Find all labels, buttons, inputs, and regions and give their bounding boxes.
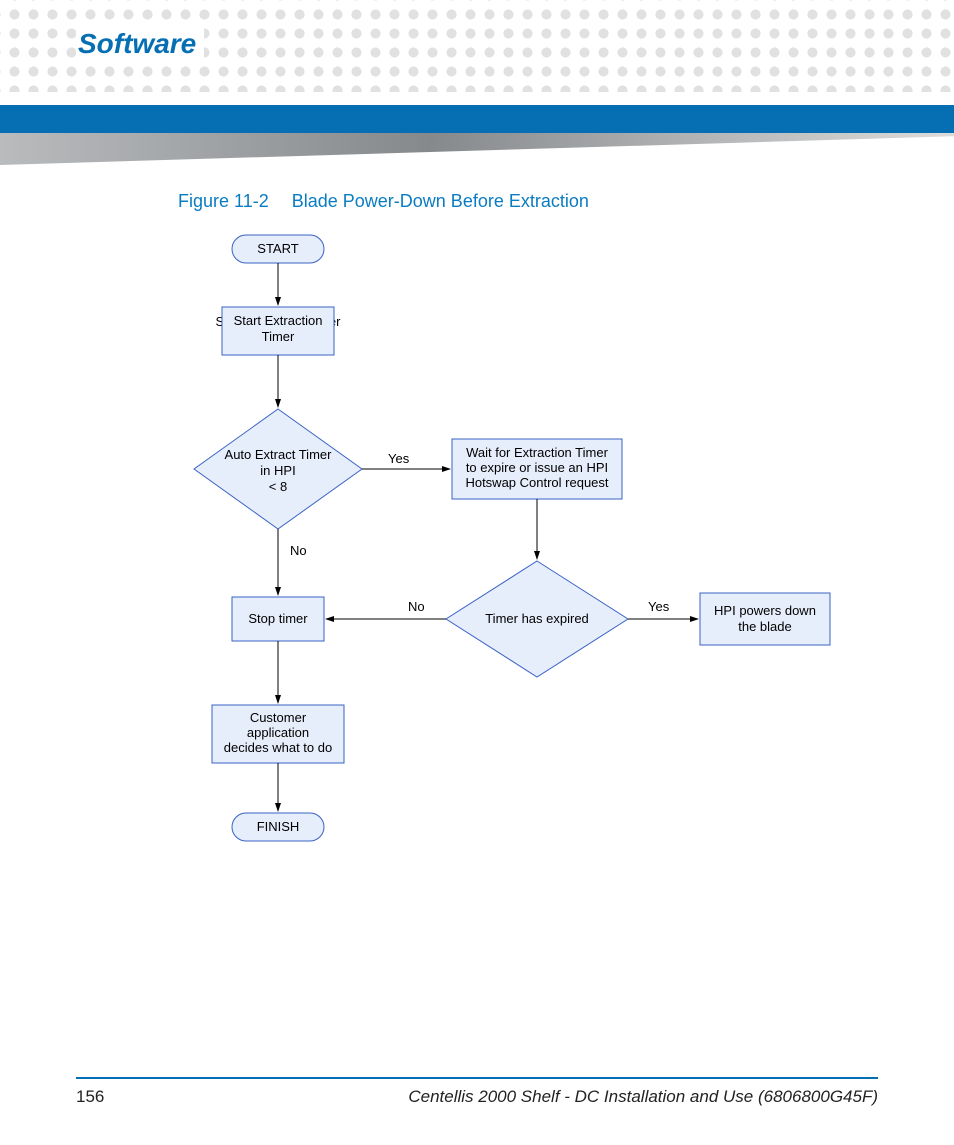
node-start-extraction-timer: Start Extraction [234,313,323,328]
flowchart: START Start Extraction Timer Start Extra… [150,225,870,925]
node-auto-extract-l1: Auto Extract Timer [225,447,333,462]
node-customer-l2: application [247,725,309,740]
node-wait-l3: Hotswap Control request [465,475,608,490]
node-auto-extract-l3: < 8 [269,479,287,494]
doc-title: Centellis 2000 Shelf - DC Installation a… [408,1087,878,1107]
node-wait-l2: to expire or issue an HPI [466,460,608,475]
page-footer: 156 Centellis 2000 Shelf - DC Installati… [76,1077,878,1107]
figure-title: Blade Power-Down Before Extraction [292,191,589,211]
node-start: START [257,241,298,256]
node-customer-l1: Customer [250,710,307,725]
svg-text:Timer: Timer [262,329,295,344]
page-number: 156 [76,1087,104,1107]
node-hpi-l2: the blade [738,619,792,634]
node-timer-expired: Timer has expired [485,611,589,626]
label-no-1: No [290,543,307,558]
node-customer-l3: decides what to do [224,740,332,755]
node-auto-extract-l2: in HPI [260,463,295,478]
header-grey-wedge [0,133,954,165]
header-blue-band [0,105,954,133]
label-yes-2: Yes [648,599,670,614]
label-no-2: No [408,599,425,614]
figure-caption: Figure 11-2 Blade Power-Down Before Extr… [178,191,589,212]
figure-number: Figure 11-2 [178,191,269,211]
node-finish: FINISH [257,819,300,834]
section-heading: Software [76,26,204,62]
label-yes-1: Yes [388,451,410,466]
node-hpi-l1: HPI powers down [714,603,816,618]
node-stop-timer: Stop timer [248,611,308,626]
node-wait-l1: Wait for Extraction Timer [466,445,608,460]
